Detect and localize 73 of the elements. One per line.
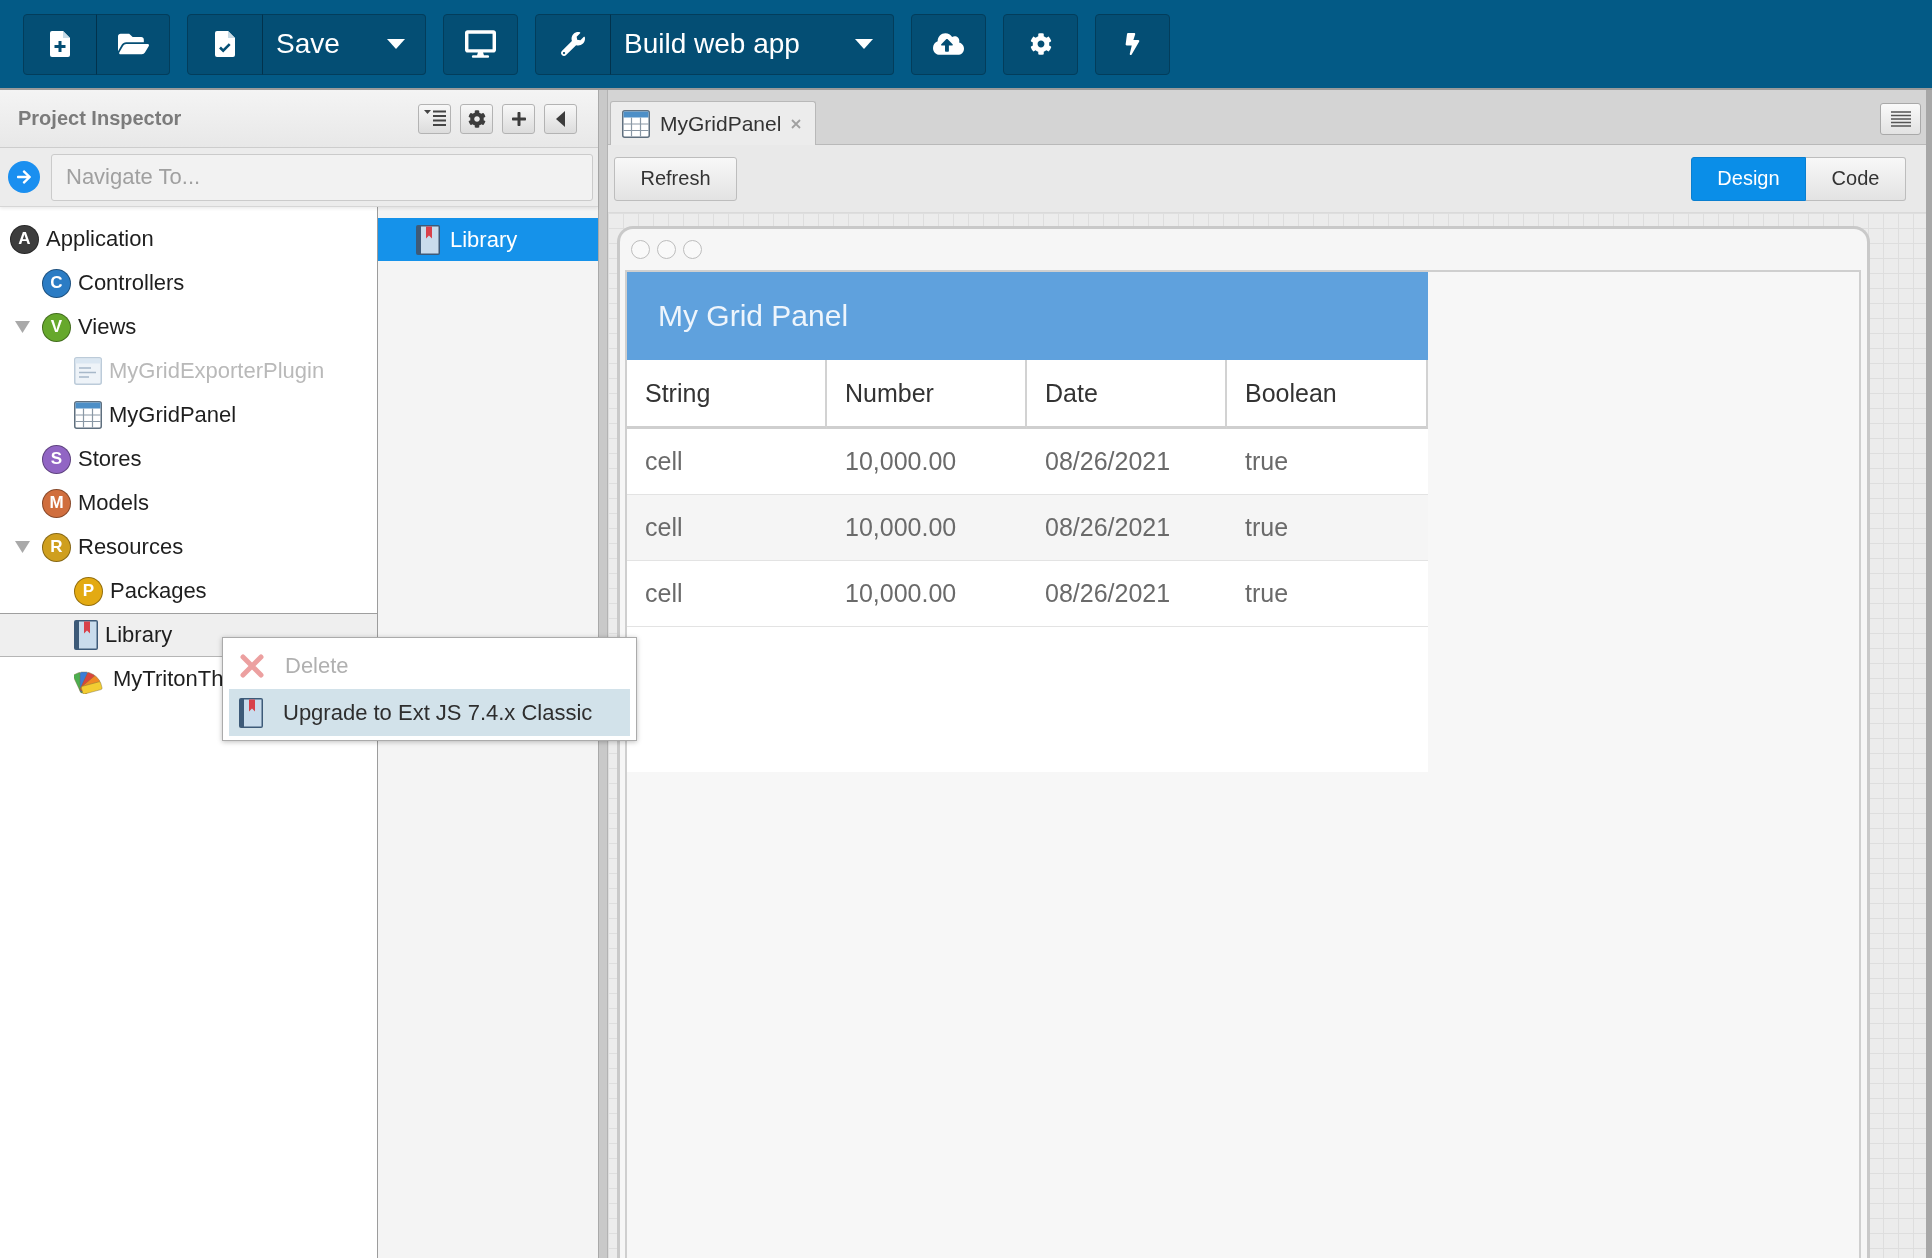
deploy-button[interactable] [911,13,986,75]
tree-item[interactable]: S Stores [0,437,377,481]
tree-item[interactable]: P Packages [0,569,377,613]
file-check-icon [215,31,235,57]
table-cell-text: 08/26/2021 [1044,512,1172,543]
book-icon [239,697,263,728]
list-icon [423,109,446,128]
caret-icon [855,39,873,49]
table-cell-text: cell [644,578,684,609]
collapse-panel-button[interactable] [544,103,577,134]
refresh-button[interactable]: Refresh [614,156,737,201]
build-dropdown-button[interactable]: Build web app [610,13,894,75]
table-cell-text: cell [644,512,684,543]
caret-left-icon [556,110,565,127]
new-file-icon [50,31,70,57]
build-settings-button[interactable] [535,13,611,75]
form-icon [74,357,102,385]
editor-tab[interactable]: MyGridPanel [610,101,817,145]
grid-icon [622,109,650,138]
letter-badge: P [74,576,103,606]
tree-options-button[interactable] [418,103,451,134]
table-cell-text: true [1244,512,1290,543]
tree-item[interactable]: M Models [0,481,377,525]
add-button[interactable] [502,103,535,134]
monitor-icon [465,30,496,58]
plus-icon [510,110,527,127]
navigate-field[interactable]: Navigate To... [51,153,593,201]
letter-badge: V [42,312,71,342]
open-folder-button[interactable] [96,13,170,75]
window-control-icon [631,240,650,259]
letter-badge: S [42,444,71,474]
run-button[interactable] [1095,13,1170,75]
tree-item[interactable]: A Application [0,217,377,261]
cloud-upload-icon [933,30,964,58]
delete-icon [239,652,265,679]
letter-badge: M [42,488,71,518]
table-cell-text: true [1244,446,1290,477]
settings-button[interactable] [1003,13,1078,75]
grid-icon [74,401,102,429]
book-icon [416,224,440,255]
menu-item[interactable]: Upgrade to Ext JS 7.4.x Classic [229,689,630,736]
window-control-icon [683,240,702,259]
settings-icon [1029,33,1052,55]
caret-icon [387,39,405,49]
grid-title: My Grid Panel [658,299,849,333]
window-control-icon [657,240,676,259]
wrench-icon [561,32,585,56]
menu-button[interactable] [1880,103,1921,135]
book-icon [74,620,98,650]
tree-item[interactable]: R Resources [0,525,377,569]
settings-button[interactable] [460,103,493,134]
save-file-button[interactable] [187,13,263,75]
settings-icon [467,109,486,128]
lightning-icon [1125,33,1140,55]
panel-title: Project Inspector [18,107,182,130]
view-mode-button[interactable]: Code [1806,156,1906,201]
preview-button[interactable] [443,13,518,75]
menu-icon [1890,111,1911,127]
letter-badge: C [42,268,71,298]
letter-badge: R [42,532,71,562]
new-file-button[interactable] [23,13,97,75]
table-cell-text: 08/26/2021 [1044,446,1172,477]
tree-item[interactable]: MyGridPanel [0,393,377,437]
table-cell-text: 08/26/2021 [1044,578,1172,609]
table-cell-text: cell [644,446,684,477]
table-cell-text: 10,000.00 [844,446,958,477]
table-cell-text: 10,000.00 [844,578,958,609]
table-cell-text: 10,000.00 [844,512,958,543]
tree-item[interactable]: V Views [0,305,377,349]
save-dropdown-button[interactable]: Save [262,13,426,75]
table-cell-text: true [1244,578,1290,609]
tree-item[interactable]: C Controllers [0,261,377,305]
letter-badge: A [10,224,39,254]
